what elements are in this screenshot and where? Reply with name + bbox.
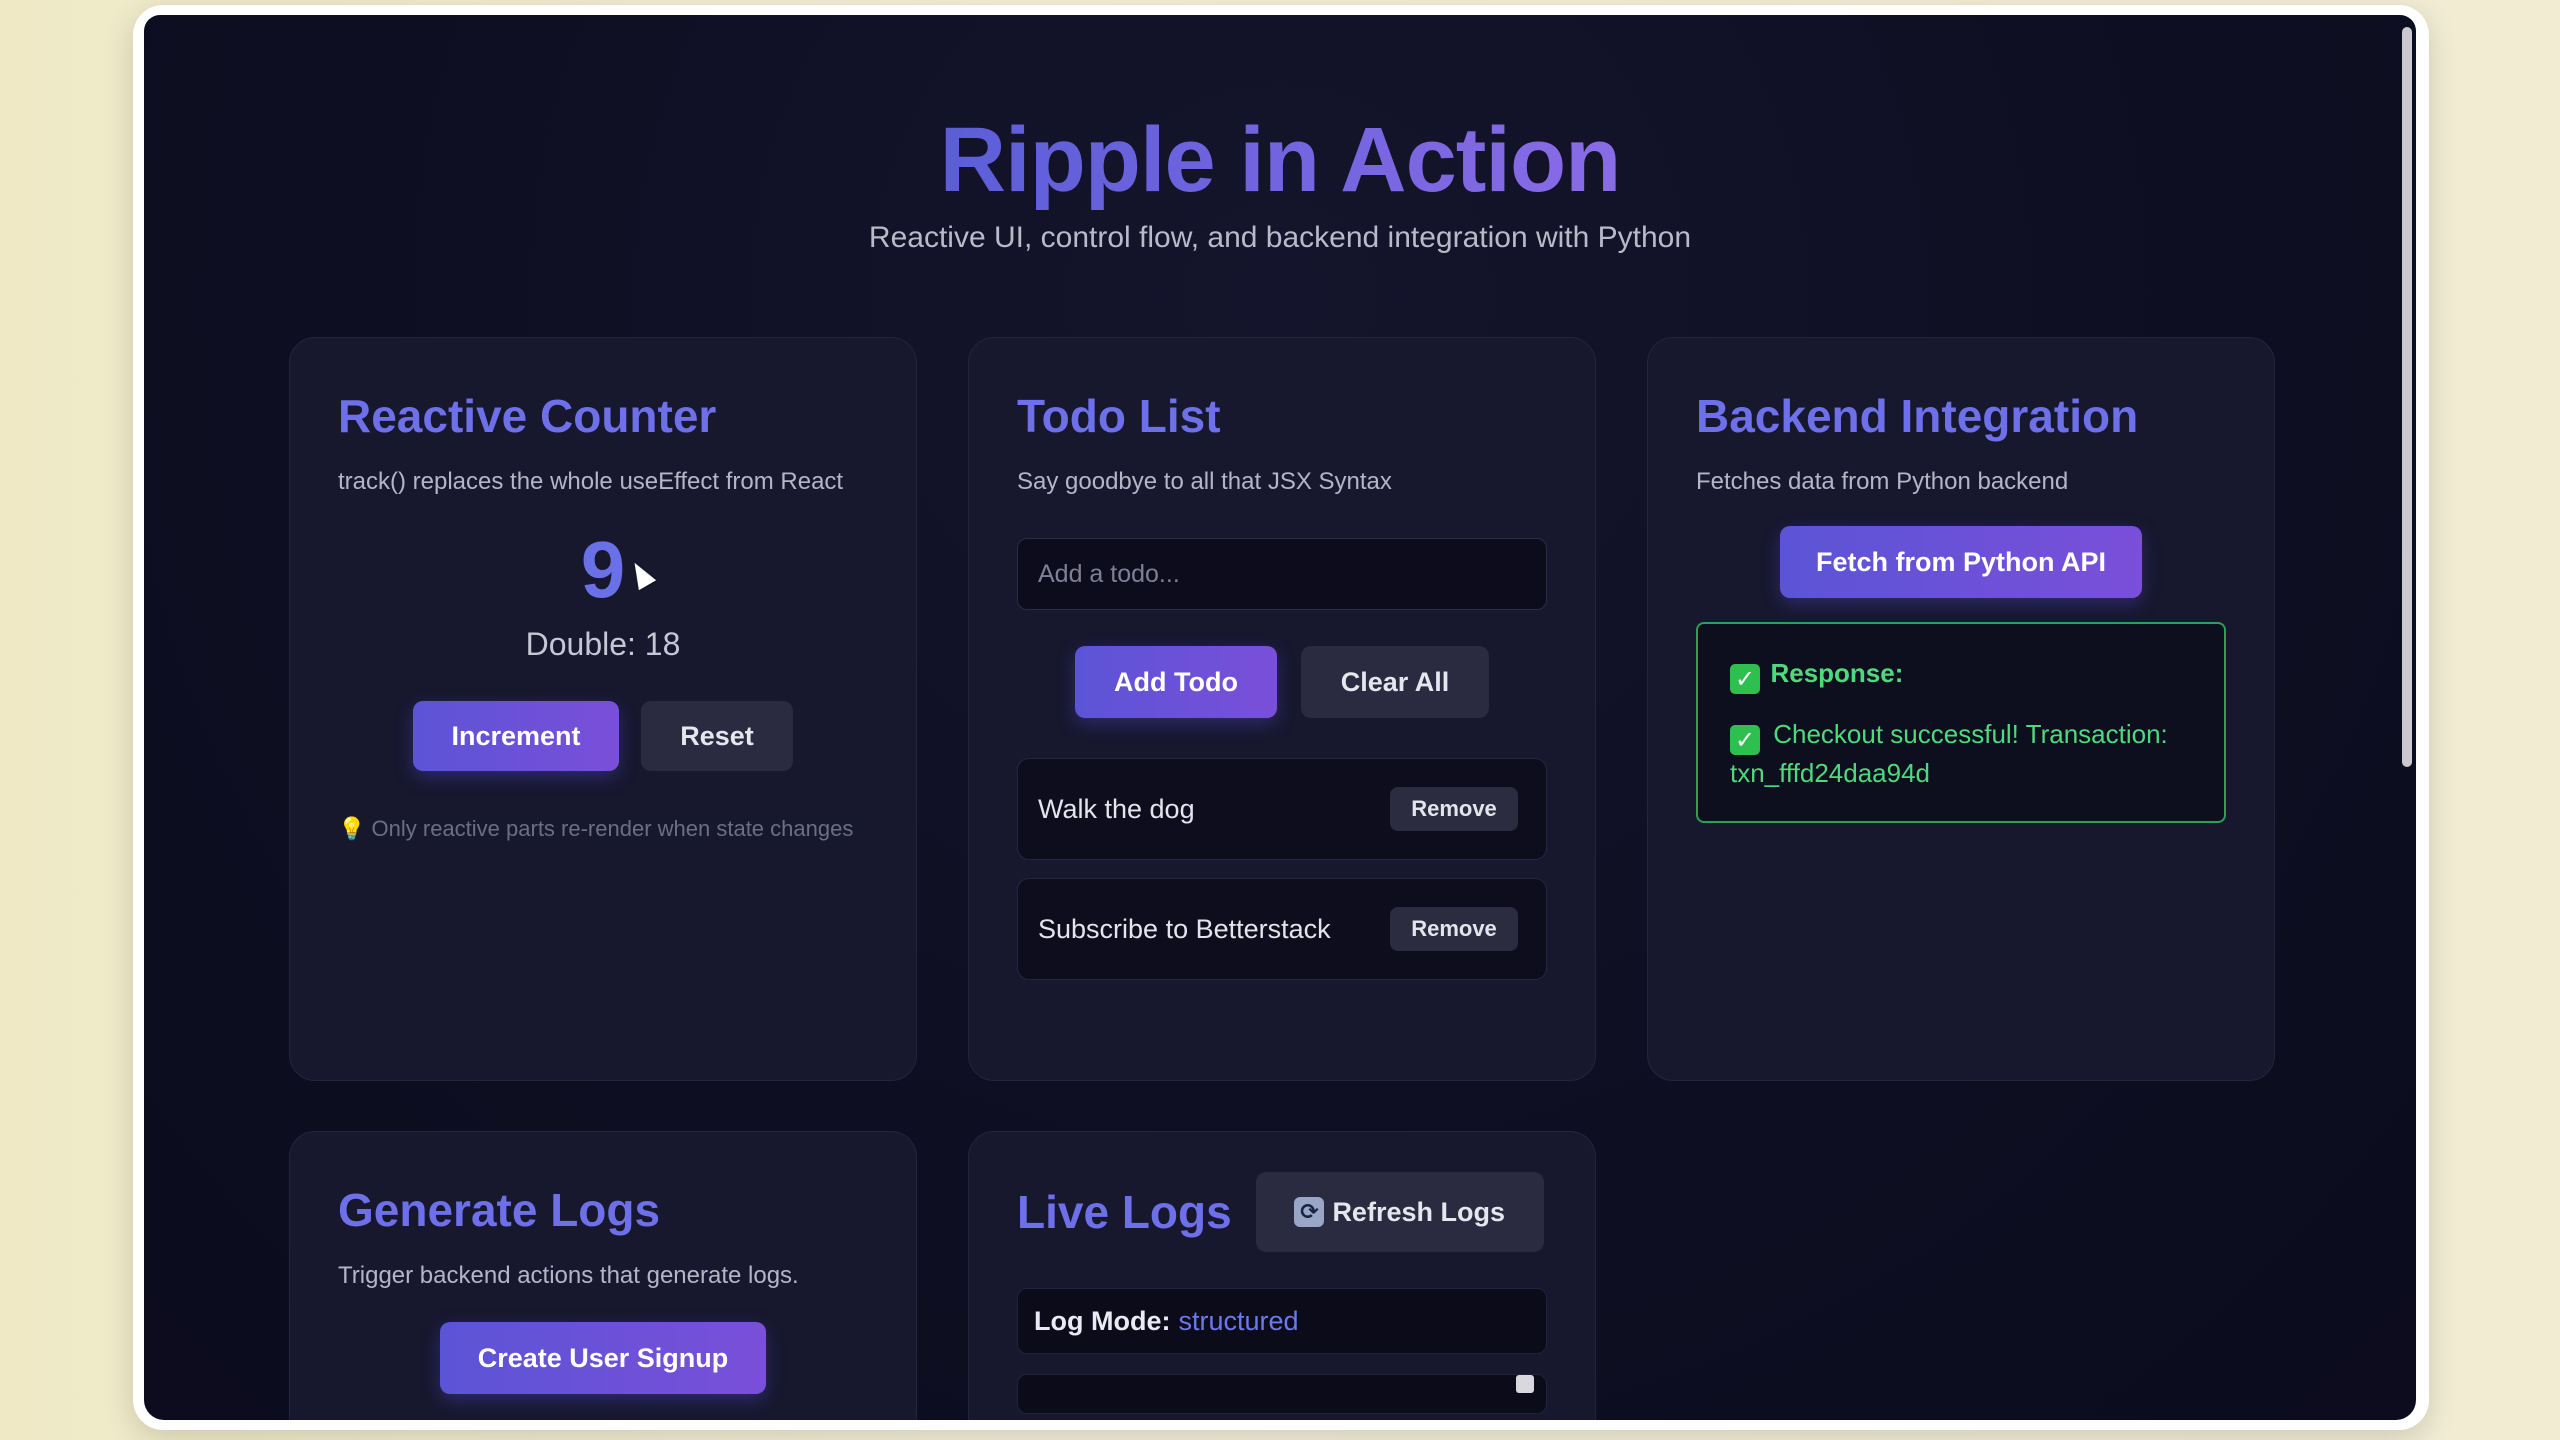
add-todo-button[interactable]: Add Todo [1075, 646, 1277, 718]
todo-item: Subscribe to Betterstack Remove [1017, 878, 1547, 980]
todo-item-text: Walk the dog [1038, 793, 1195, 824]
todo-input[interactable] [1017, 538, 1547, 610]
live-logs-title: Live Logs [1017, 1186, 1232, 1238]
generate-logs-card: Generate Logs Trigger backend actions th… [289, 1131, 917, 1420]
fetch-api-button[interactable]: Fetch from Python API [1780, 526, 2142, 598]
counter-double: Double: 18 [525, 626, 681, 662]
page-subtitle: Reactive UI, control flow, and backend i… [868, 221, 1692, 254]
refresh-logs-label: Refresh Logs [1332, 1196, 1505, 1227]
log-mode-value: structured [1178, 1305, 1299, 1336]
page-header: Ripple in Action Reactive UI, control fl… [144, 105, 2416, 255]
todo-title: Todo List [1017, 390, 1221, 442]
log-output[interactable] [1017, 1374, 1547, 1414]
log-scrollbar[interactable] [1516, 1375, 1534, 1393]
create-user-signup-button[interactable]: Create User Signup [440, 1322, 766, 1394]
backend-title: Backend Integration [1696, 390, 2139, 442]
response-message: Checkout successful! Transaction: txn_ff… [1730, 719, 2168, 788]
page-title: Ripple in Action [940, 105, 1622, 215]
backend-description: Fetches data from Python backend [1696, 468, 2069, 495]
log-mode-row: Log Mode: structured [1017, 1288, 1547, 1354]
backend-card: Backend Integration Fetches data from Py… [1647, 337, 2275, 1081]
counter-title: Reactive Counter [338, 390, 717, 442]
refresh-logs-button[interactable]: ⟳ Refresh Logs [1255, 1172, 1544, 1252]
generate-logs-title: Generate Logs [338, 1184, 661, 1236]
reset-button[interactable]: Reset [641, 701, 793, 771]
todo-item-text: Subscribe to Betterstack [1038, 913, 1331, 944]
log-mode-label: Log Mode: [1034, 1305, 1171, 1336]
browser-window: Ripple in Action Reactive UI, control fl… [133, 5, 2429, 1430]
todo-list: Walk the dog Remove Subscribe to Betters… [1017, 758, 1547, 980]
counter-value: 9 [580, 525, 626, 614]
remove-todo-button[interactable]: Remove [1390, 907, 1518, 951]
increment-button[interactable]: Increment [413, 701, 619, 771]
counter-card: Reactive Counter track() replaces the wh… [289, 337, 917, 1081]
todo-card: Todo List Say goodbye to all that JSX Sy… [968, 337, 1596, 1081]
check-icon: ✓ [1730, 725, 1760, 755]
generate-logs-description: Trigger backend actions that generate lo… [338, 1262, 799, 1289]
check-icon: ✓ [1730, 664, 1760, 694]
remove-todo-button[interactable]: Remove [1390, 787, 1518, 831]
live-logs-card: Live Logs ⟳ Refresh Logs Log Mode: struc… [968, 1131, 1596, 1420]
refresh-icon: ⟳ [1294, 1197, 1325, 1227]
counter-tip: 💡 Only reactive parts re-render when sta… [338, 811, 868, 847]
clear-all-button[interactable]: Clear All [1301, 646, 1489, 718]
response-label: Response: [1770, 658, 1904, 688]
todo-item: Walk the dog Remove [1017, 758, 1547, 860]
counter-tip-text: Only reactive parts re-render when state… [371, 816, 854, 841]
page-viewport: Ripple in Action Reactive UI, control fl… [144, 15, 2416, 1420]
counter-description: track() replaces the whole useEffect fro… [338, 468, 844, 495]
response-message-row: ✓ Checkout successful! Transaction: txn_… [1730, 716, 2190, 791]
response-panel: ✓ Response: ✓ Checkout successful! Trans… [1696, 622, 2226, 823]
todo-description: Say goodbye to all that JSX Syntax [1017, 468, 1392, 495]
lightbulb-icon: 💡 [338, 816, 366, 841]
